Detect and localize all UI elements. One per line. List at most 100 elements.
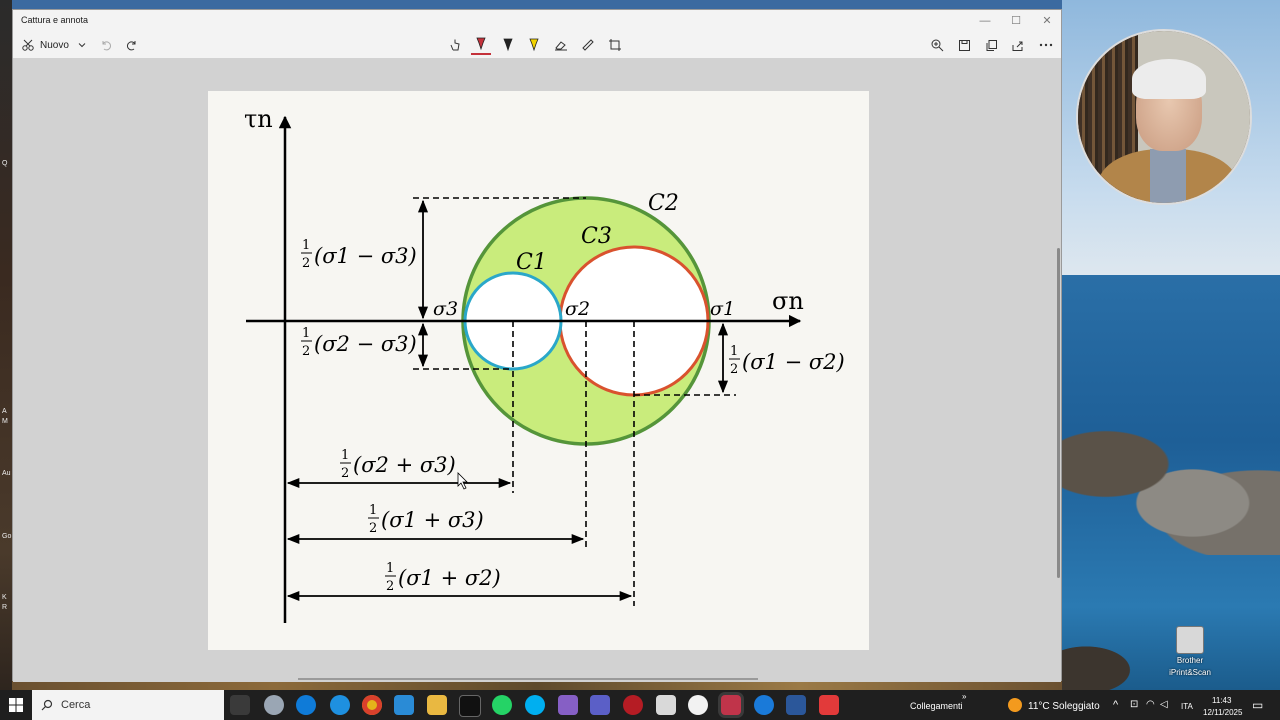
sigma-axis-label: σn xyxy=(772,287,804,315)
links-toolbar-label[interactable]: Collegamenti xyxy=(910,701,963,711)
visual-studio-icon[interactable] xyxy=(558,695,578,715)
taskbar-search[interactable]: Cerca xyxy=(32,690,224,720)
svg-text:(σ1 + σ2): (σ1 + σ2) xyxy=(398,566,501,590)
c-app-icon[interactable] xyxy=(754,695,774,715)
maximize-button[interactable]: ☐ xyxy=(1002,12,1030,30)
teams-icon[interactable] xyxy=(590,695,610,715)
windows-icon xyxy=(9,698,23,712)
desktop-top-strip xyxy=(12,0,1062,9)
more-options-button[interactable] xyxy=(1035,35,1057,55)
itunes-icon[interactable] xyxy=(688,695,708,715)
save-icon xyxy=(958,39,970,51)
new-snip-label: Nuovo xyxy=(40,39,69,51)
internet-explorer-icon[interactable] xyxy=(330,695,350,715)
desktop-rocks xyxy=(1062,425,1280,555)
mohr-diagram: τn σn C2 C3 C1 σ3 σ2 σ1 1 2 (σ1 − σ3) 1 … xyxy=(244,105,845,623)
vertical-scrollbar[interactable] xyxy=(1057,248,1060,578)
word-icon[interactable] xyxy=(786,695,806,715)
ruler-button[interactable] xyxy=(578,35,598,55)
pencil-button[interactable] xyxy=(498,35,518,55)
search-icon xyxy=(41,699,53,711)
wifi-icon[interactable]: ◠ xyxy=(1146,699,1155,710)
touch-write-button[interactable] xyxy=(445,35,465,55)
svg-text:1: 1 xyxy=(341,448,349,463)
mail-icon[interactable] xyxy=(656,695,676,715)
left-text-fragment: Q xyxy=(2,160,8,167)
zoom-icon xyxy=(931,39,944,52)
close-button[interactable]: ✕ xyxy=(1033,12,1061,30)
minimize-button[interactable]: — xyxy=(971,12,999,30)
store-icon[interactable] xyxy=(394,695,414,715)
label-half-s2-minus-s3: 1 2 (σ2 − σ3) xyxy=(301,326,417,359)
canvas-area: τn σn C2 C3 C1 σ3 σ2 σ1 1 2 (σ1 − σ3) 1 … xyxy=(13,58,1061,682)
highlighter-button[interactable] xyxy=(524,35,544,55)
toolbar: Nuovo xyxy=(13,32,1061,59)
search-label: Cerca xyxy=(61,699,91,711)
snip-icon xyxy=(22,39,34,51)
svg-text:(σ1 − σ3): (σ1 − σ3) xyxy=(314,244,417,268)
notification-icon[interactable]: ▭ xyxy=(1252,698,1263,712)
ruler-icon xyxy=(582,39,594,51)
svg-text:(σ1 + σ3): (σ1 + σ3) xyxy=(381,508,484,532)
language-indicator[interactable]: ITA xyxy=(1181,702,1193,711)
hand-icon xyxy=(450,39,460,51)
links-expand-icon[interactable]: » xyxy=(962,692,966,701)
svg-text:1: 1 xyxy=(302,326,310,341)
chevron-down-icon xyxy=(78,43,86,48)
desktop-icon-label: Brother xyxy=(1176,656,1204,665)
chrome-icon[interactable] xyxy=(362,695,382,715)
sigma2-label: σ2 xyxy=(565,298,590,320)
red-pen-icon xyxy=(476,37,486,51)
start-button[interactable] xyxy=(0,690,32,720)
network-icon[interactable]: ⊡ xyxy=(1130,699,1138,710)
svg-text:2: 2 xyxy=(302,344,310,359)
crop-button[interactable] xyxy=(605,35,625,55)
svg-text:2: 2 xyxy=(302,256,310,271)
desktop-left-strip xyxy=(0,0,12,690)
sigma1-label: σ1 xyxy=(710,298,735,320)
undo-button[interactable] xyxy=(97,35,115,55)
red-app-icon[interactable] xyxy=(623,695,643,715)
person-hair xyxy=(1132,59,1206,99)
svg-text:2: 2 xyxy=(341,466,349,481)
left-text-fragment: K xyxy=(2,594,7,601)
clock-date[interactable]: 12/11/2025 xyxy=(1203,708,1242,717)
eraser-button[interactable] xyxy=(551,35,571,55)
svg-text:1: 1 xyxy=(369,503,377,518)
more-icon xyxy=(1039,43,1053,47)
app-icon[interactable] xyxy=(819,695,839,715)
ballpoint-pen-button[interactable] xyxy=(471,35,491,55)
file-explorer-icon[interactable] xyxy=(427,695,447,715)
task-view-icon[interactable] xyxy=(230,695,250,715)
desktop-icon-label: iPrint&Scan xyxy=(1169,668,1211,677)
desktop-icon-brother[interactable]: Brother iPrint&Scan xyxy=(1168,626,1212,678)
snipping-tool-icon[interactable] xyxy=(721,695,741,715)
share-button[interactable] xyxy=(1007,35,1027,55)
weather-label[interactable]: 11°C Soleggiato xyxy=(1028,701,1100,712)
left-text-fragment: A xyxy=(2,408,7,415)
horizontal-scrollbar[interactable] xyxy=(298,678,758,680)
left-text-fragment: Au xyxy=(2,470,11,477)
skype-icon[interactable] xyxy=(525,695,545,715)
c1-label: C1 xyxy=(516,250,547,275)
redo-button[interactable] xyxy=(123,35,141,55)
edge-icon[interactable] xyxy=(296,695,316,715)
webcam-overlay xyxy=(1076,29,1252,205)
svg-text:1: 1 xyxy=(730,344,738,359)
sigma3-label: σ3 xyxy=(433,298,458,320)
terminal-icon[interactable] xyxy=(459,695,481,717)
svg-text:1: 1 xyxy=(386,561,394,576)
tray-chevron-up-icon[interactable]: ^ xyxy=(1113,699,1118,711)
widgets-icon[interactable] xyxy=(264,695,284,715)
clock-time[interactable]: 11:43 xyxy=(1212,696,1231,705)
svg-text:2: 2 xyxy=(386,579,394,594)
black-pen-icon xyxy=(503,38,513,52)
copy-button[interactable] xyxy=(981,35,1001,55)
eraser-icon xyxy=(555,41,567,51)
volume-icon[interactable]: ◁ xyxy=(1160,699,1168,710)
snip-window: Cattura e annota — ☐ ✕ Nuovo τn σn C2 C3… xyxy=(12,9,1062,682)
new-dropdown-button[interactable] xyxy=(73,35,91,55)
whatsapp-icon[interactable] xyxy=(492,695,512,715)
zoom-button[interactable] xyxy=(927,35,947,55)
save-button[interactable] xyxy=(954,35,974,55)
